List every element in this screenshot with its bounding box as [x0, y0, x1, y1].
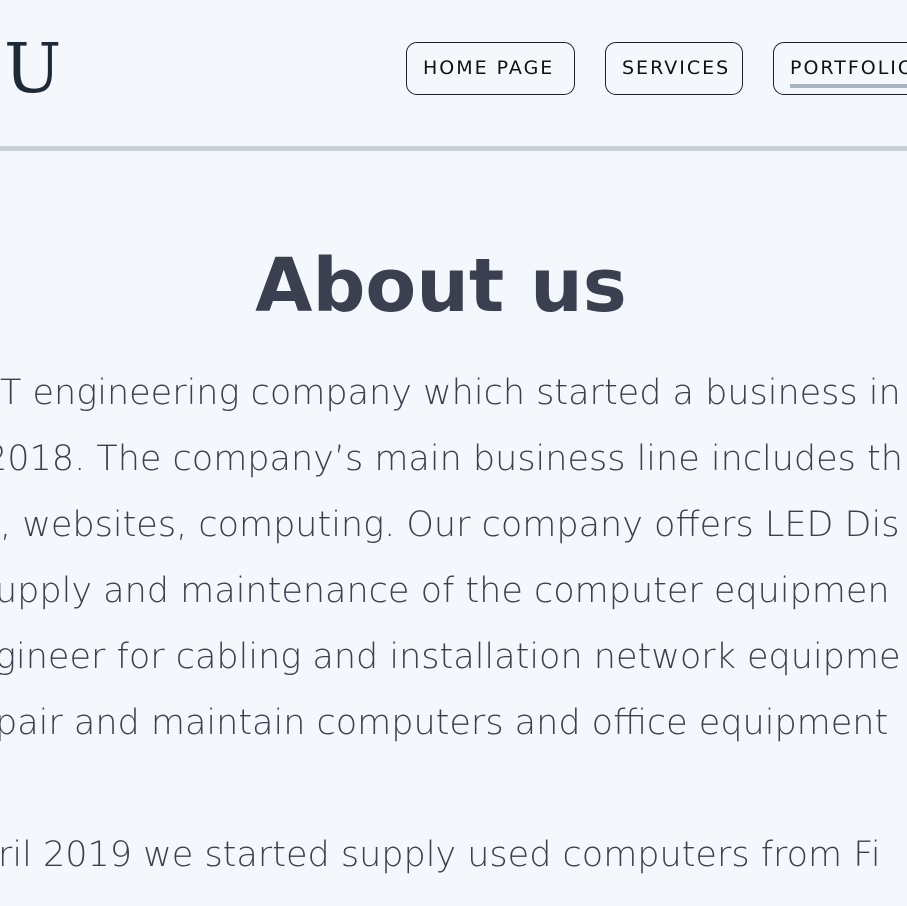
nav-portfolio-label: PORTFOLIO: [790, 57, 907, 79]
header-divider: [0, 146, 907, 151]
paragraph-1-line-1: T engineering company which started a bu…: [0, 373, 901, 413]
about-text: T engineering company which started a bu…: [0, 360, 907, 906]
paragraph-2-line-1: ril 2019 we started supply used computer…: [0, 835, 881, 875]
page-title: About us: [255, 243, 627, 329]
paragraph-1-line-4: upply and maintenance of the computer eq…: [0, 571, 890, 611]
nav-portfolio-button[interactable]: PORTFOLIO: [773, 42, 907, 95]
nav-home-page-button[interactable]: HOME PAGE: [406, 42, 575, 95]
paragraph-1-line-2: 2018. The company’s main business line i…: [0, 439, 903, 479]
main-nav: HOME PAGE SERVICES PORTFOLIO: [0, 42, 907, 99]
site-header: U HOME PAGE SERVICES PORTFOLIO: [0, 0, 907, 146]
nav-services-button[interactable]: SERVICES: [605, 42, 743, 95]
active-underline: [790, 84, 907, 88]
paragraph-1-line-6: pair and maintain computers and office e…: [0, 703, 889, 743]
paragraph-1-line-3: , websites, computing. Our company offer…: [0, 505, 900, 545]
paragraph-1-line-5: gineer for cabling and installation netw…: [0, 637, 901, 677]
